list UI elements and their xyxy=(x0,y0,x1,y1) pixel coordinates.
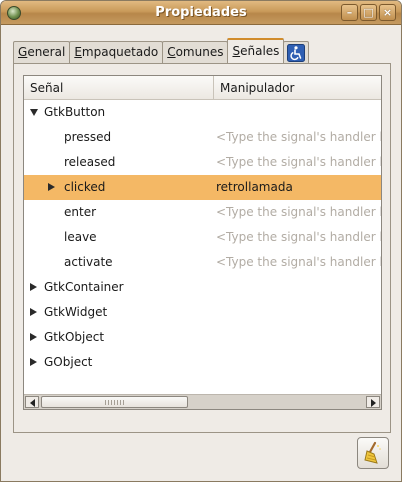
expander-down-icon[interactable] xyxy=(30,109,38,116)
tree-row[interactable]: clicked retrollamada xyxy=(24,175,381,200)
tab-general-label: eneral xyxy=(27,45,66,59)
grip-icon xyxy=(105,400,125,405)
tab-senales-mnemonic: S xyxy=(232,44,241,58)
scroll-right-icon xyxy=(371,399,376,407)
tree-row[interactable]: enter <Type the signal's handler here> xyxy=(24,200,381,225)
signal-name: GtkObject xyxy=(44,330,105,344)
clear-button[interactable] xyxy=(357,437,389,469)
tab-comunes[interactable]: Comunes xyxy=(162,41,229,63)
expander-right-icon[interactable] xyxy=(30,308,37,316)
scroll-left-button[interactable] xyxy=(25,396,39,408)
minimize-button[interactable]: – xyxy=(341,4,358,21)
tree-row[interactable]: released <Type the signal's handler here> xyxy=(24,150,381,175)
tree-row[interactable]: GtkButton xyxy=(24,100,381,125)
signal-name: enter xyxy=(64,205,97,219)
tab-bar: General Empaquetado Comunes Señales xyxy=(13,38,310,63)
window-controls: – □ × xyxy=(341,4,396,21)
tab-empaquetado[interactable]: Empaquetado xyxy=(69,41,164,63)
signal-name: GtkButton xyxy=(44,105,106,119)
handler-cell[interactable]: retrollamada xyxy=(216,175,381,200)
column-header-handler[interactable]: Manipulador xyxy=(214,76,381,100)
handler-cell[interactable]: <Type the signal's handler here> xyxy=(216,200,381,225)
tree-row[interactable]: GObject xyxy=(24,350,381,375)
signals-tree[interactable]: Señal Manipulador GtkButton pressed <Type … xyxy=(23,75,382,410)
tab-general-mnemonic: G xyxy=(18,45,28,59)
tree-row[interactable]: GtkContainer xyxy=(24,275,381,300)
horizontal-scrollbar[interactable] xyxy=(24,394,381,409)
properties-window: Propiedades – □ × General Empaquetado Co… xyxy=(0,0,402,482)
accessibility-icon xyxy=(287,43,306,62)
handler-cell[interactable]: <Type the signal's handler here> xyxy=(216,150,381,175)
signal-name: pressed xyxy=(64,130,112,144)
handler-cell[interactable]: <Type the signal's handler here> xyxy=(216,250,381,275)
expander-right-icon[interactable] xyxy=(30,333,37,341)
signal-name: clicked xyxy=(64,180,106,194)
tab-empaquetado-mnemonic: E xyxy=(74,45,82,59)
tree-row[interactable]: pressed <Type the signal's handler here> xyxy=(24,125,381,150)
handler-cell[interactable]: <Type the signal's handler here> xyxy=(216,125,381,150)
tab-comunes-label: omunes xyxy=(175,45,224,59)
maximize-button[interactable]: □ xyxy=(360,4,377,21)
column-header-signal[interactable]: Señal xyxy=(24,76,214,100)
tab-senales-label: eñales xyxy=(240,44,280,58)
signal-name: GObject xyxy=(44,355,93,369)
expander-right-icon[interactable] xyxy=(48,183,55,191)
tree-row[interactable]: GtkObject xyxy=(24,325,381,350)
tab-general[interactable]: General xyxy=(13,41,71,63)
tree-header: Señal Manipulador xyxy=(24,76,381,100)
tree-row[interactable]: GtkWidget xyxy=(24,300,381,325)
expander-right-icon[interactable] xyxy=(30,283,37,291)
signal-name: activate xyxy=(64,255,113,269)
tree-row[interactable]: leave <Type the signal's handler here> xyxy=(24,225,381,250)
scroll-left-icon xyxy=(30,399,35,407)
close-button[interactable]: × xyxy=(379,4,396,21)
tab-empaquetado-label: mpaquetado xyxy=(81,45,159,59)
signals-panel: Señal Manipulador GtkButton pressed <Type … xyxy=(13,63,391,433)
scroll-right-button[interactable] xyxy=(366,396,380,408)
titlebar[interactable]: Propiedades – □ × xyxy=(1,1,401,25)
tree-rows: GtkButton pressed <Type the signal's handl… xyxy=(24,100,381,375)
handler-cell[interactable]: <Type the signal's handler here> xyxy=(216,225,381,250)
expander-right-icon[interactable] xyxy=(30,358,37,366)
signal-name: GtkContainer xyxy=(44,280,124,294)
tab-accessibility[interactable] xyxy=(283,41,310,63)
tree-row[interactable]: activate <Type the signal's handler here> xyxy=(24,250,381,275)
broom-icon xyxy=(364,441,381,464)
signal-name: released xyxy=(64,155,116,169)
signal-name: GtkWidget xyxy=(44,305,108,319)
signal-name: leave xyxy=(64,230,97,244)
scrollbar-thumb[interactable] xyxy=(41,396,188,408)
tab-comunes-mnemonic: C xyxy=(167,45,176,59)
tab-senales[interactable]: Señales xyxy=(227,38,285,63)
